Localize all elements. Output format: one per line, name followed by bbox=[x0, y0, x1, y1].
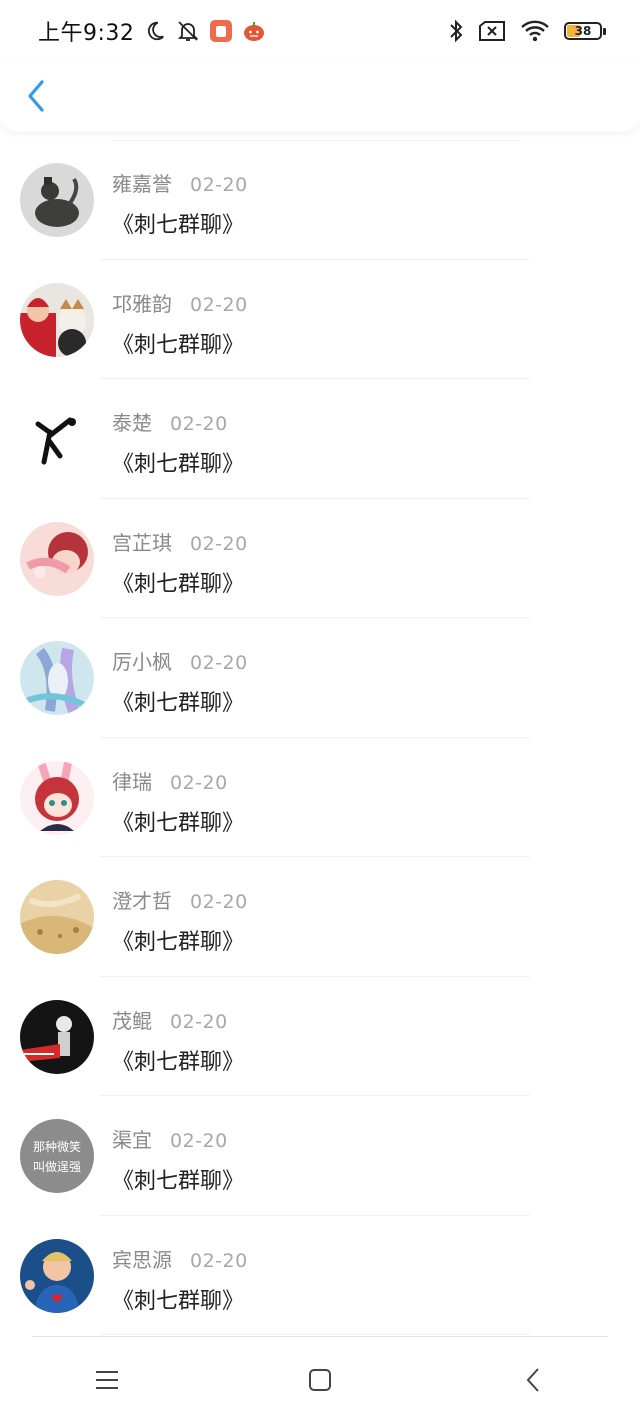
avatar[interactable] bbox=[20, 1238, 94, 1313]
message-text: 《刺七群聊》 bbox=[112, 691, 245, 716]
battery-icon: 38 bbox=[564, 22, 606, 40]
battery-level: 38 bbox=[574, 24, 592, 38]
message-date: 02-20 bbox=[190, 652, 248, 674]
message-date: 02-20 bbox=[170, 1130, 228, 1152]
message-meta: 渠宜 02-20 《刺七群聊》 bbox=[112, 1124, 244, 1195]
sender-line: 雍嘉誉 02-20 bbox=[112, 168, 248, 197]
message-item[interactable]: 雍嘉誉 02-20 《刺七群聊》 bbox=[0, 140, 640, 260]
sender-name: 茂鲲 bbox=[112, 1008, 152, 1033]
message-text: 《刺七群聊》 bbox=[112, 571, 245, 597]
back-button[interactable] bbox=[18, 76, 54, 116]
bell-off-icon bbox=[176, 19, 200, 43]
message-meta: 邛雅韵 02-20 《刺七群聊》 bbox=[112, 288, 248, 359]
message-text: 《刺七群聊》 bbox=[112, 810, 245, 836]
menu-icon bbox=[95, 1370, 118, 1389]
system-nav-bar bbox=[0, 1337, 640, 1422]
sender-line: 宫芷琪 02-20 bbox=[112, 527, 248, 556]
message-item[interactable]: 宫芷琪 02-20 《刺七群聊》 bbox=[0, 499, 640, 618]
sender-name: 渠宜 bbox=[112, 1128, 152, 1152]
avatar-text-line1: 那种微笑 bbox=[33, 1139, 81, 1154]
avatar[interactable] bbox=[20, 641, 94, 715]
sender-line: 厉小枫 02-20 bbox=[112, 646, 248, 675]
message-date: 02-20 bbox=[190, 532, 248, 555]
avatar-text-line2: 叫做逞强 bbox=[33, 1159, 81, 1174]
top-header bbox=[0, 62, 640, 132]
message-text: 《刺七群聊》 bbox=[112, 452, 245, 477]
chevron-left-icon bbox=[28, 80, 44, 112]
message-text: 《刺七群聊》 bbox=[112, 1288, 245, 1314]
avatar[interactable] bbox=[20, 760, 94, 835]
sender-name: 厉小枫 bbox=[112, 650, 172, 674]
avatar[interactable] bbox=[20, 402, 94, 476]
message-item[interactable]: 宾思源 02-20 《刺七群聊》 bbox=[0, 1216, 640, 1335]
message-text: 《刺七群聊》 bbox=[112, 930, 245, 955]
message-meta: 茂鲲 02-20 《刺七群聊》 bbox=[112, 1005, 244, 1076]
message-meta: 泰楚 02-20 《刺七群聊》 bbox=[112, 407, 244, 478]
home-button[interactable] bbox=[290, 1350, 350, 1410]
sender-line: 泰楚 02-20 bbox=[112, 407, 244, 436]
app-screen: 上午9:32 38 雍嘉誉 02-20 《刺七群聊》 邛雅韵 02-20 《刺七… bbox=[0, 0, 640, 1422]
message-meta: 澄才哲 02-20 《刺七群聊》 bbox=[112, 885, 248, 956]
avatar[interactable] bbox=[20, 282, 94, 357]
avatar[interactable] bbox=[20, 521, 94, 596]
message-list: 雍嘉誉 02-20 《刺七群聊》 邛雅韵 02-20 《刺七群聊》 泰楚 02-20 《刺七群聊… bbox=[0, 140, 640, 1335]
message-meta: 雍嘉誉 02-20 《刺七群聊》 bbox=[112, 168, 248, 239]
status-bar-left: 上午9:32 bbox=[38, 15, 266, 47]
message-date: 02-20 bbox=[190, 1249, 248, 1272]
sender-line: 茂鲲 02-20 bbox=[112, 1005, 244, 1034]
message-item[interactable]: 律瑞 02-20 《刺七群聊》 bbox=[0, 738, 640, 857]
sender-line: 律瑞 02-20 bbox=[112, 766, 244, 795]
sender-line: 邛雅韵 02-20 bbox=[112, 288, 248, 317]
message-text: 《刺七群聊》 bbox=[112, 1049, 245, 1075]
back-triangle-icon bbox=[526, 1367, 540, 1392]
avatar[interactable] bbox=[20, 880, 94, 954]
sender-name: 邛雅韵 bbox=[112, 291, 172, 316]
message-text: 《刺七群聊》 bbox=[112, 1169, 245, 1194]
message-date: 02-20 bbox=[190, 891, 248, 913]
message-date: 02-20 bbox=[190, 293, 248, 316]
sender-line: 宾思源 02-20 bbox=[112, 1244, 248, 1273]
home-square-icon bbox=[308, 1368, 331, 1391]
message-text: 《刺七群聊》 bbox=[112, 213, 245, 238]
sender-line: 澄才哲 02-20 bbox=[112, 885, 248, 914]
sender-name: 雍嘉誉 bbox=[112, 172, 172, 196]
sender-name: 宫芷琪 bbox=[112, 530, 172, 555]
sender-name: 澄才哲 bbox=[112, 889, 172, 913]
message-date: 02-20 bbox=[170, 413, 228, 435]
sender-name: 泰楚 bbox=[112, 411, 152, 435]
message-meta: 宫芷琪 02-20 《刺七群聊》 bbox=[112, 527, 248, 598]
sim-off-icon bbox=[478, 20, 506, 42]
message-item[interactable]: 澄才哲 02-20 《刺七群聊》 bbox=[0, 857, 640, 977]
message-meta: 厉小枫 02-20 《刺七群聊》 bbox=[112, 646, 248, 717]
item-divider bbox=[100, 1334, 530, 1335]
pumpkin-icon bbox=[242, 20, 266, 42]
recent-apps-button[interactable] bbox=[77, 1350, 137, 1410]
avatar[interactable]: 那种微笑 叫做逞强 bbox=[20, 1119, 94, 1193]
sender-name: 律瑞 bbox=[112, 769, 152, 794]
avatar[interactable] bbox=[20, 163, 94, 237]
message-date: 02-20 bbox=[170, 1010, 228, 1033]
message-item[interactable]: 那种微笑 叫做逞强 渠宜 02-20 《刺七群聊》 bbox=[0, 1096, 640, 1216]
message-item[interactable]: 泰楚 02-20 《刺七群聊》 bbox=[0, 379, 640, 499]
message-meta: 律瑞 02-20 《刺七群聊》 bbox=[112, 766, 244, 837]
message-text: 《刺七群聊》 bbox=[112, 332, 245, 358]
status-time: 上午9:32 bbox=[38, 21, 135, 46]
status-bar: 上午9:32 38 bbox=[0, 0, 640, 62]
message-item[interactable]: 邛雅韵 02-20 《刺七群聊》 bbox=[0, 260, 640, 379]
message-item[interactable]: 茂鲲 02-20 《刺七群聊》 bbox=[0, 977, 640, 1096]
system-back-button[interactable] bbox=[503, 1350, 563, 1410]
avatar[interactable] bbox=[20, 999, 94, 1074]
moon-icon bbox=[144, 20, 166, 42]
message-item[interactable]: 厉小枫 02-20 《刺七群聊》 bbox=[0, 618, 640, 738]
sender-line: 渠宜 02-20 bbox=[112, 1124, 244, 1153]
message-meta: 宾思源 02-20 《刺七群聊》 bbox=[112, 1244, 248, 1315]
message-date: 02-20 bbox=[190, 174, 248, 196]
message-date: 02-20 bbox=[170, 771, 228, 794]
sender-name: 宾思源 bbox=[112, 1247, 172, 1272]
app-notification-icon bbox=[210, 20, 233, 42]
bluetooth-icon bbox=[448, 18, 464, 44]
status-bar-right: 38 bbox=[448, 18, 606, 44]
wifi-icon bbox=[520, 19, 550, 43]
